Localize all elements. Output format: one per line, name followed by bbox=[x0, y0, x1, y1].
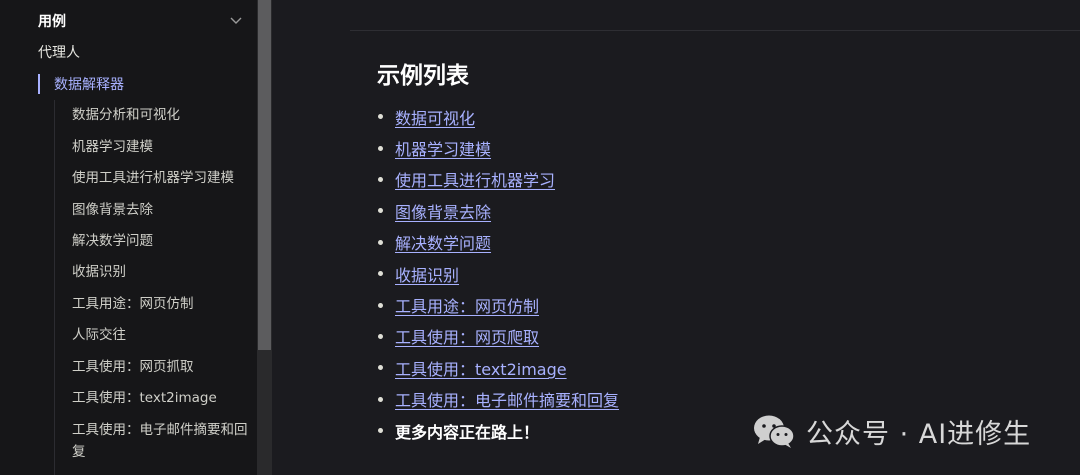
main-content: 示例列表 数据可视化 机器学习建模 使用工具进行机器学习 图像背景去除 解决数学… bbox=[272, 0, 1080, 475]
example-link[interactable]: 工具使用：text2image bbox=[395, 356, 567, 380]
sidebar-sublist: 数据分析和可视化 机器学习建模 使用工具进行机器学习建模 图像背景去除 解决数学… bbox=[54, 100, 255, 475]
watermark: 公众号 · AI进修生 bbox=[752, 410, 1031, 452]
sidebar-subitem[interactable]: 数据分析和可视化 bbox=[72, 103, 250, 127]
list-item: 工具使用：电子邮件摘要和回复 bbox=[378, 384, 619, 415]
bullet-icon bbox=[378, 396, 383, 402]
example-list: 数据可视化 机器学习建模 使用工具进行机器学习 图像背景去除 解决数学问题 收据… bbox=[378, 101, 619, 446]
sidebar-subitem[interactable]: 图像背景去除 bbox=[72, 198, 250, 222]
example-link[interactable]: 工具使用：电子邮件摘要和回复 bbox=[395, 387, 619, 411]
wechat-icon bbox=[754, 415, 795, 448]
example-link[interactable]: 工具用途：网页仿制 bbox=[395, 293, 539, 317]
bullet-icon bbox=[378, 208, 383, 214]
example-link[interactable]: 收据识别 bbox=[395, 262, 459, 286]
bullet-icon bbox=[378, 145, 383, 151]
list-item: 解决数学问题 bbox=[378, 227, 619, 258]
bullet-icon bbox=[378, 114, 383, 120]
header-divider bbox=[350, 30, 1080, 31]
sidebar-subitem[interactable]: 收据识别 bbox=[72, 260, 250, 284]
sidebar-subitem[interactable]: 工具使用：text2image bbox=[72, 386, 250, 410]
example-link[interactable]: 图像背景去除 bbox=[395, 199, 491, 223]
list-item: 使用工具进行机器学习 bbox=[378, 164, 619, 195]
list-item: 工具使用：网页爬取 bbox=[378, 321, 619, 352]
chevron-down-icon[interactable] bbox=[228, 13, 244, 29]
sidebar-subitem[interactable]: 工具使用：网页抓取 bbox=[72, 355, 250, 379]
sidebar-subitem[interactable]: 人际交往 bbox=[72, 323, 250, 347]
example-link[interactable]: 工具使用：网页爬取 bbox=[395, 324, 539, 348]
sidebar-subitem[interactable]: 工具使用：电子邮件摘要和回复 bbox=[72, 419, 250, 463]
bullet-icon bbox=[378, 333, 383, 339]
example-link[interactable]: 使用工具进行机器学习 bbox=[395, 167, 555, 191]
bullet-icon bbox=[378, 365, 383, 371]
bullet-icon bbox=[378, 302, 383, 308]
page-heading: 示例列表 bbox=[377, 63, 469, 89]
list-item: 数据可视化 bbox=[378, 101, 619, 132]
bullet-icon bbox=[378, 428, 383, 434]
sidebar-group-usecases[interactable]: 用例 bbox=[38, 8, 248, 34]
watermark-text: 公众号 · AI进修生 bbox=[806, 418, 1032, 450]
bullet-icon bbox=[378, 271, 383, 277]
sidebar-subitem[interactable]: 机器学习建模 bbox=[72, 135, 250, 159]
sidebar-group-title: 用例 bbox=[38, 14, 66, 30]
list-item: 收据识别 bbox=[378, 258, 619, 289]
example-link[interactable]: 数据可视化 bbox=[395, 105, 475, 129]
example-link[interactable]: 机器学习建模 bbox=[395, 136, 491, 160]
list-item: 图像背景去除 bbox=[378, 195, 619, 226]
scrollbar-thumb[interactable] bbox=[258, 0, 271, 350]
app-window: 用例 代理人 数据解释器 数据分析和可视化 机器学习建模 使用工具进行机器学习建… bbox=[0, 0, 1080, 475]
sidebar-subitem[interactable]: 解决数学问题 bbox=[72, 229, 250, 253]
sidebar-item-data-interpreter[interactable]: 数据解释器 bbox=[38, 72, 124, 96]
active-indicator bbox=[38, 74, 40, 94]
bullet-icon bbox=[378, 239, 383, 245]
list-item: 机器学习建模 bbox=[378, 132, 619, 163]
sidebar-item-label: 数据解释器 bbox=[54, 77, 124, 93]
sidebar-subitem[interactable]: 使用工具进行机器学习建模 bbox=[72, 166, 250, 190]
sidebar-scrollbar[interactable] bbox=[257, 0, 272, 475]
sidebar: 用例 代理人 数据解释器 数据分析和可视化 机器学习建模 使用工具进行机器学习建… bbox=[0, 0, 257, 475]
more-coming-text: 更多内容正在路上！ bbox=[395, 422, 540, 442]
sidebar-item-agent[interactable]: 代理人 bbox=[38, 41, 80, 65]
list-item: 工具使用：text2image bbox=[378, 352, 619, 383]
list-item: 更多内容正在路上！ bbox=[378, 415, 619, 446]
sidebar-subitem[interactable]: 工具用途：网页仿制 bbox=[72, 292, 250, 316]
list-item: 工具用途：网页仿制 bbox=[378, 289, 619, 320]
example-link[interactable]: 解决数学问题 bbox=[395, 230, 491, 254]
bullet-icon bbox=[378, 176, 383, 182]
